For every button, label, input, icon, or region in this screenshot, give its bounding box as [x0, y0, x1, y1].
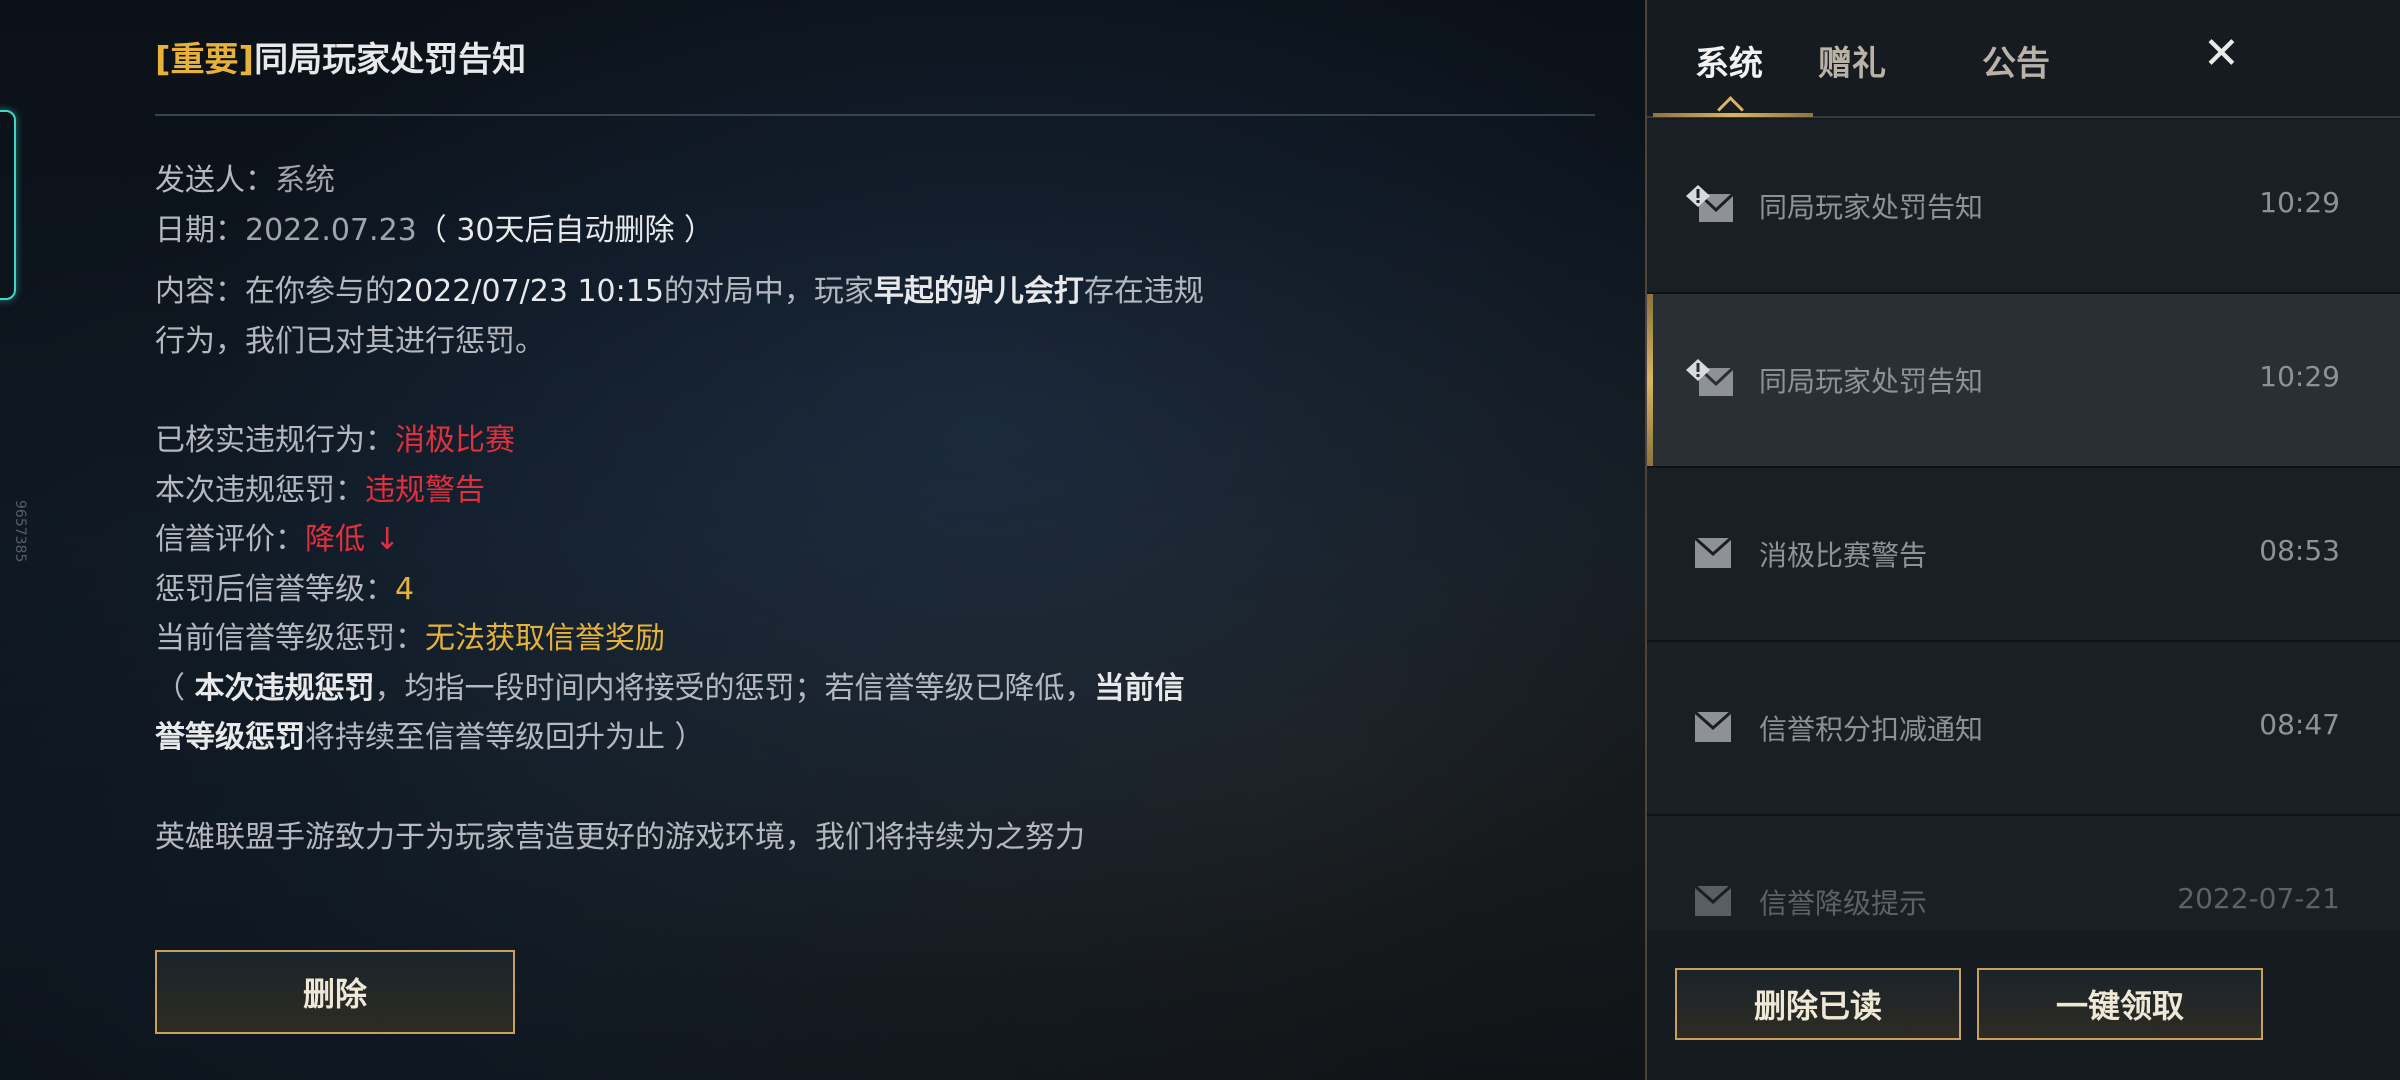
credit-line: 信誉评价：降低 ↓	[155, 514, 400, 558]
content-part2: 的对局中，玩家	[663, 274, 874, 309]
note-end: 将持续至信誉等级回升为止 ）	[305, 720, 705, 755]
delete-read-button[interactable]: 删除已读	[1675, 968, 1961, 1040]
tab-system[interactable]: 系统	[1695, 36, 1763, 85]
content-line-2: 行为，我们已对其进行惩罚。	[155, 324, 545, 359]
tab-bar: 系统 赠礼 公告 ✕	[1647, 0, 2400, 123]
delete-button[interactable]: 删除	[155, 950, 515, 1034]
note-line-2: 誉等级惩罚将持续至信誉等级回升为止 ）	[155, 712, 705, 756]
date-value: 2022.07.23	[245, 213, 417, 248]
content-part1: 在你参与的	[245, 274, 395, 309]
current-penalty-value: 无法获取信誉奖励	[425, 621, 665, 656]
title-divider	[155, 114, 1595, 116]
date-line: 日期：2022.07.23（ 30天后自动删除 ）	[155, 205, 714, 249]
message-row-selected[interactable]: 同局玩家处罚告知 10:29	[1647, 294, 2400, 468]
verified-value: 消极比赛	[395, 423, 515, 458]
message-row[interactable]: 消极比赛警告 08:53	[1647, 468, 2400, 642]
left-edge-frame	[0, 110, 16, 300]
content-part3: 存在违规	[1083, 274, 1204, 309]
current-penalty-label: 当前信誉等级惩罚：	[155, 621, 425, 656]
sender-value: 系统	[275, 163, 335, 198]
content-player: 早起的驴儿会打	[873, 274, 1084, 309]
mail-icon	[1694, 536, 1732, 568]
mail-panel: 系统 赠礼 公告 ✕ 同局玩家处罚告知 10:29 同局玩家处罚告知 10:29…	[1645, 0, 2400, 1080]
verified-label: 已核实违规行为：	[155, 423, 395, 458]
close-icon[interactable]: ✕	[2203, 28, 2240, 79]
content-datetime: 2022/07/23 10:15	[395, 274, 664, 309]
note-bold-2b: 誉等级惩罚	[155, 720, 305, 755]
note-mid: ，均指一段时间内将接受的惩罚；若信誉等级已降低，	[374, 671, 1095, 706]
level-value: 4	[395, 572, 415, 607]
message-name: 信誉降级提示	[1759, 887, 1928, 920]
mail-icon	[1694, 710, 1732, 742]
message-list: 同局玩家处罚告知 10:29 同局玩家处罚告知 10:29 消极比赛警告 08:…	[1647, 120, 2400, 930]
content-label: 内容：	[155, 274, 245, 309]
credit-value: 降低 ↓	[305, 522, 400, 557]
message-name: 同局玩家处罚告知	[1759, 191, 1984, 224]
tab-announcements[interactable]: 公告	[1982, 36, 2050, 85]
message-time: 10:29	[2259, 360, 2340, 393]
message-name: 信誉积分扣减通知	[1759, 713, 1984, 746]
penalty-value: 违规警告	[365, 473, 485, 508]
active-tab-caret-icon	[1717, 96, 1744, 123]
side-id-text: 9657385	[12, 500, 28, 563]
message-name: 同局玩家处罚告知	[1759, 365, 1984, 398]
note-bold-1: 本次违规惩罚	[194, 671, 375, 706]
mail-icon	[1694, 884, 1732, 916]
message-detail: [重要]同局玩家处罚告知 发送人：系统 日期：2022.07.23（ 30天后自…	[155, 0, 1595, 1080]
date-note: （ 30天后自动删除 ）	[416, 213, 715, 248]
date-label: 日期：	[155, 213, 245, 248]
message-row[interactable]: 信誉积分扣减通知 08:47	[1647, 642, 2400, 816]
level-label: 惩罚后信誉等级：	[155, 572, 395, 607]
message-title: [重要]同局玩家处罚告知	[155, 32, 526, 81]
message-row[interactable]: 同局玩家处罚告知 10:29	[1647, 120, 2400, 294]
message-title-text: 同局玩家处罚告知	[254, 40, 527, 80]
message-name: 消极比赛警告	[1759, 539, 1928, 572]
message-time: 2022-07-21	[2177, 882, 2340, 915]
penalty-label: 本次违规惩罚：	[155, 473, 365, 508]
verified-line: 已核实违规行为：消极比赛	[155, 415, 515, 459]
claim-all-button[interactable]: 一键领取	[1977, 968, 2263, 1040]
note-line-1: （ 本次违规惩罚，均指一段时间内将接受的惩罚；若信誉等级已降低，当前信	[155, 663, 1185, 707]
tab-gifts[interactable]: 赠礼	[1818, 36, 1886, 85]
important-tag: [重要]	[155, 40, 255, 80]
sender-line: 发送人：系统	[155, 155, 335, 199]
message-time: 10:29	[2259, 186, 2340, 219]
content-line-1: 内容：在你参与的2022/07/23 10:15的对局中，玩家早起的驴儿会打存在…	[155, 266, 1204, 310]
sender-label: 发送人：	[155, 163, 275, 198]
footer-text: 英雄联盟手游致力于为玩家营造更好的游戏环境，我们将持续为之努力	[155, 820, 1085, 855]
important-mail-icon	[1686, 359, 1735, 396]
message-time: 08:47	[2259, 708, 2340, 741]
message-row[interactable]: 信誉降级提示 2022-07-21	[1647, 816, 2400, 930]
current-penalty-line: 当前信誉等级惩罚：无法获取信誉奖励	[155, 613, 665, 657]
note-open: （	[155, 671, 195, 706]
credit-label: 信誉评价：	[155, 522, 305, 557]
level-line: 惩罚后信誉等级：4	[155, 564, 414, 608]
note-bold-2a: 当前信	[1094, 671, 1185, 706]
penalty-line: 本次违规惩罚：违规警告	[155, 465, 485, 509]
message-time: 08:53	[2259, 534, 2340, 567]
important-mail-icon	[1686, 185, 1735, 222]
